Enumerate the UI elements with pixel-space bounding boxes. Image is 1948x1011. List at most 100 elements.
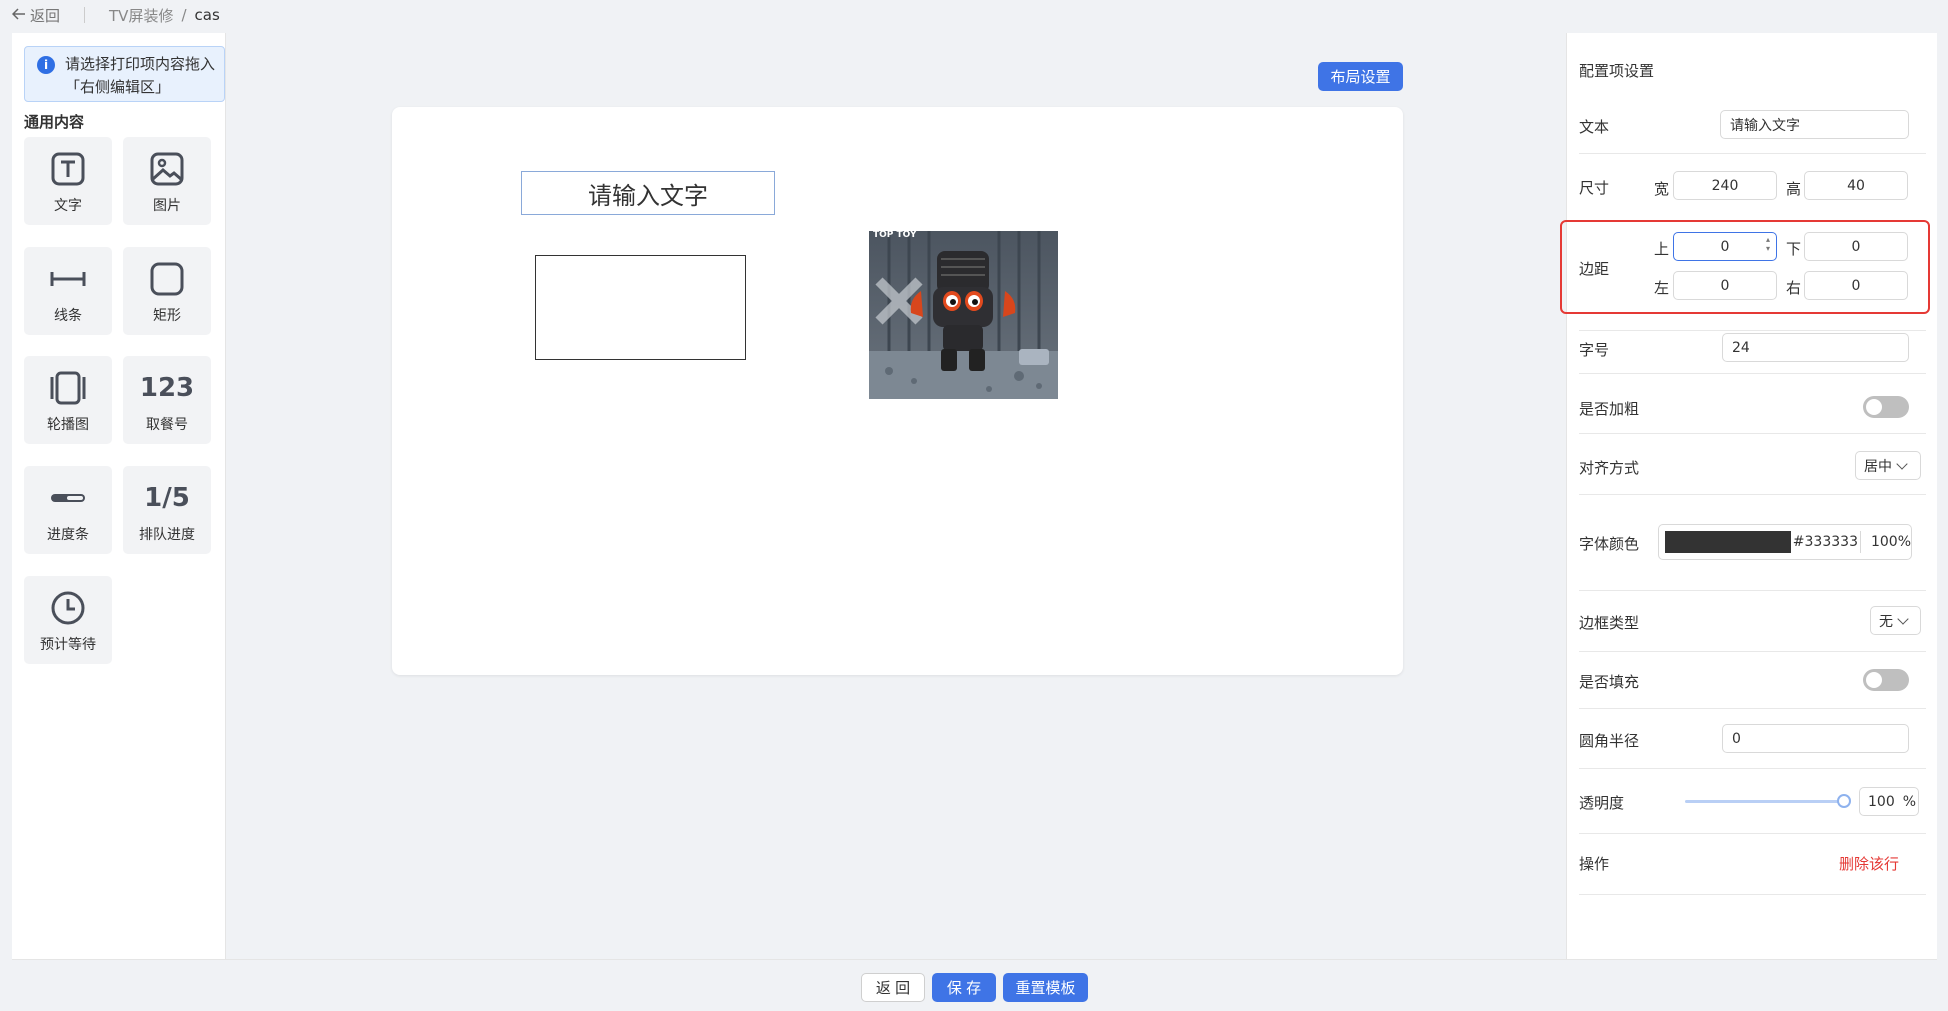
tool-label: 排队进度 [139,527,195,543]
canvas-text-element[interactable]: 请输入文字 [521,171,775,215]
tool-text[interactable]: 文字 [24,137,112,225]
config-panel: 配置项设置 文本 请输入文字 尺寸 宽 240 高 40 边距 上 0 ▴ ▾ 下… [1560,33,1937,959]
tool-progress-bar[interactable]: 进度条 [24,466,112,554]
breadcrumb-separator: / [181,6,187,24]
width-input[interactable]: 240 [1673,171,1777,200]
tool-queue-progress[interactable]: 1/5 排队进度 [123,466,211,554]
margin-right-label: 右 [1786,279,1802,297]
border-type-select[interactable]: 无 [1870,606,1921,635]
align-select[interactable]: 居中 [1855,451,1921,480]
bold-label: 是否加粗 [1579,400,1640,418]
tool-image[interactable]: 图片 [123,137,211,225]
font-size-input[interactable]: 24 [1722,333,1909,362]
opacity-slider-handle[interactable] [1837,794,1851,808]
opacity-label: 透明度 [1579,794,1625,812]
text-icon [48,149,88,189]
back-button[interactable]: 返 回 [861,973,925,1002]
opacity-slider[interactable] [1685,800,1842,803]
back-link[interactable]: 返回 [11,5,61,26]
divider [1579,330,1926,331]
divider [1579,651,1926,652]
margin-right-input[interactable]: 0 [1804,271,1908,300]
drag-tip: i 请选择打印项内容拖入「右侧编辑区」 [24,46,225,102]
height-input[interactable]: 40 [1804,171,1908,200]
order-number-icon: 123 [139,373,195,403]
tool-label: 矩形 [153,308,181,324]
image-icon [147,149,187,189]
reset-template-button[interactable]: 重置模板 [1003,973,1088,1002]
stepper-icon[interactable]: ▴ ▾ [1766,235,1770,253]
robot-toy-image: TOP TOY [869,231,1058,399]
divider [1579,833,1926,834]
opacity-unit: % [1902,793,1917,810]
tool-estimated-wait[interactable]: 预计等待 [24,576,112,664]
progress-bar-icon [48,478,88,518]
font-size-label: 字号 [1579,341,1610,359]
arrow-left-icon [11,6,26,24]
save-button[interactable]: 保 存 [932,973,996,1002]
rectangle-icon [147,259,187,299]
divider [1579,433,1926,434]
breadcrumb-current: cas [194,6,220,24]
width-label: 宽 [1654,180,1670,198]
radius-label: 圆角半径 [1579,732,1640,750]
font-color-picker[interactable]: #333333 100% [1658,524,1912,560]
tool-label: 图片 [153,198,181,214]
margin-top-input[interactable]: 0 ▴ ▾ [1673,232,1777,261]
bold-toggle[interactable] [1863,396,1909,418]
canvas-image-element[interactable]: TOP TOY [869,231,1058,399]
delete-row-link[interactable]: 删除该行 [1839,853,1899,874]
bottom-action-bar: 返 回 保 存 重置模板 [12,959,1937,1011]
border-type-value: 无 [1879,613,1893,630]
margin-bottom-label: 下 [1786,240,1802,258]
image-watermark: TOP TOY [873,231,917,240]
line-icon [48,259,88,299]
margin-bottom-input[interactable]: 0 [1804,232,1908,261]
fill-toggle[interactable] [1863,669,1909,691]
color-opacity-value[interactable]: 100% [1871,534,1911,550]
color-hex-value[interactable]: #333333 [1793,534,1858,550]
tool-carousel[interactable]: 轮播图 [24,356,112,444]
tool-label: 线条 [54,308,82,324]
divider [1579,153,1926,154]
text-input[interactable]: 请输入文字 [1720,110,1909,139]
design-canvas[interactable]: 请输入文字 TOP TOY [392,107,1403,675]
tool-line[interactable]: 线条 [24,247,112,335]
size-label: 尺寸 [1579,179,1610,197]
margin-left-input[interactable]: 0 [1673,271,1777,300]
opacity-input[interactable]: 100 % [1859,787,1919,816]
drag-tip-text: 请选择打印项内容拖入「右侧编辑区」 [65,55,216,96]
divider [1579,373,1926,374]
radius-input[interactable]: 0 [1722,724,1909,753]
tool-label: 轮播图 [47,417,89,433]
divider [1579,494,1926,495]
align-label: 对齐方式 [1579,459,1640,477]
divider [1859,531,1861,553]
config-title: 配置项设置 [1579,62,1655,80]
font-color-label: 字体颜色 [1579,535,1640,553]
divider [1579,708,1926,709]
margin-left-label: 左 [1654,279,1670,297]
align-value: 居中 [1864,458,1892,475]
text-label: 文本 [1579,118,1610,136]
layout-settings-button[interactable]: 布局设置 [1318,62,1403,91]
component-panel: i 请选择打印项内容拖入「右侧编辑区」 通用内容 文字 图片 线条 矩形 轮播图… [12,33,226,959]
editor-main: i 请选择打印项内容拖入「右侧编辑区」 通用内容 文字 图片 线条 矩形 轮播图… [12,33,1937,959]
breadcrumb-parent[interactable]: TV屏装修 [109,5,173,26]
divider [1579,894,1926,895]
tool-label: 进度条 [47,527,89,543]
queue-progress-icon: 1/5 [144,483,190,513]
fill-label: 是否填充 [1579,673,1640,691]
tool-order-number[interactable]: 123 取餐号 [123,356,211,444]
canvas-area: 布局设置 请输入文字 TOP TOY [226,33,1566,959]
margin-label: 边距 [1579,260,1610,278]
tool-rectangle[interactable]: 矩形 [123,247,211,335]
tool-label: 预计等待 [40,637,96,653]
back-link-label: 返回 [30,6,61,25]
canvas-rectangle-element[interactable] [535,255,746,360]
action-label: 操作 [1579,855,1610,873]
color-swatch[interactable] [1665,531,1791,553]
divider [1579,590,1926,591]
height-label: 高 [1786,180,1802,198]
carousel-icon [48,368,88,408]
